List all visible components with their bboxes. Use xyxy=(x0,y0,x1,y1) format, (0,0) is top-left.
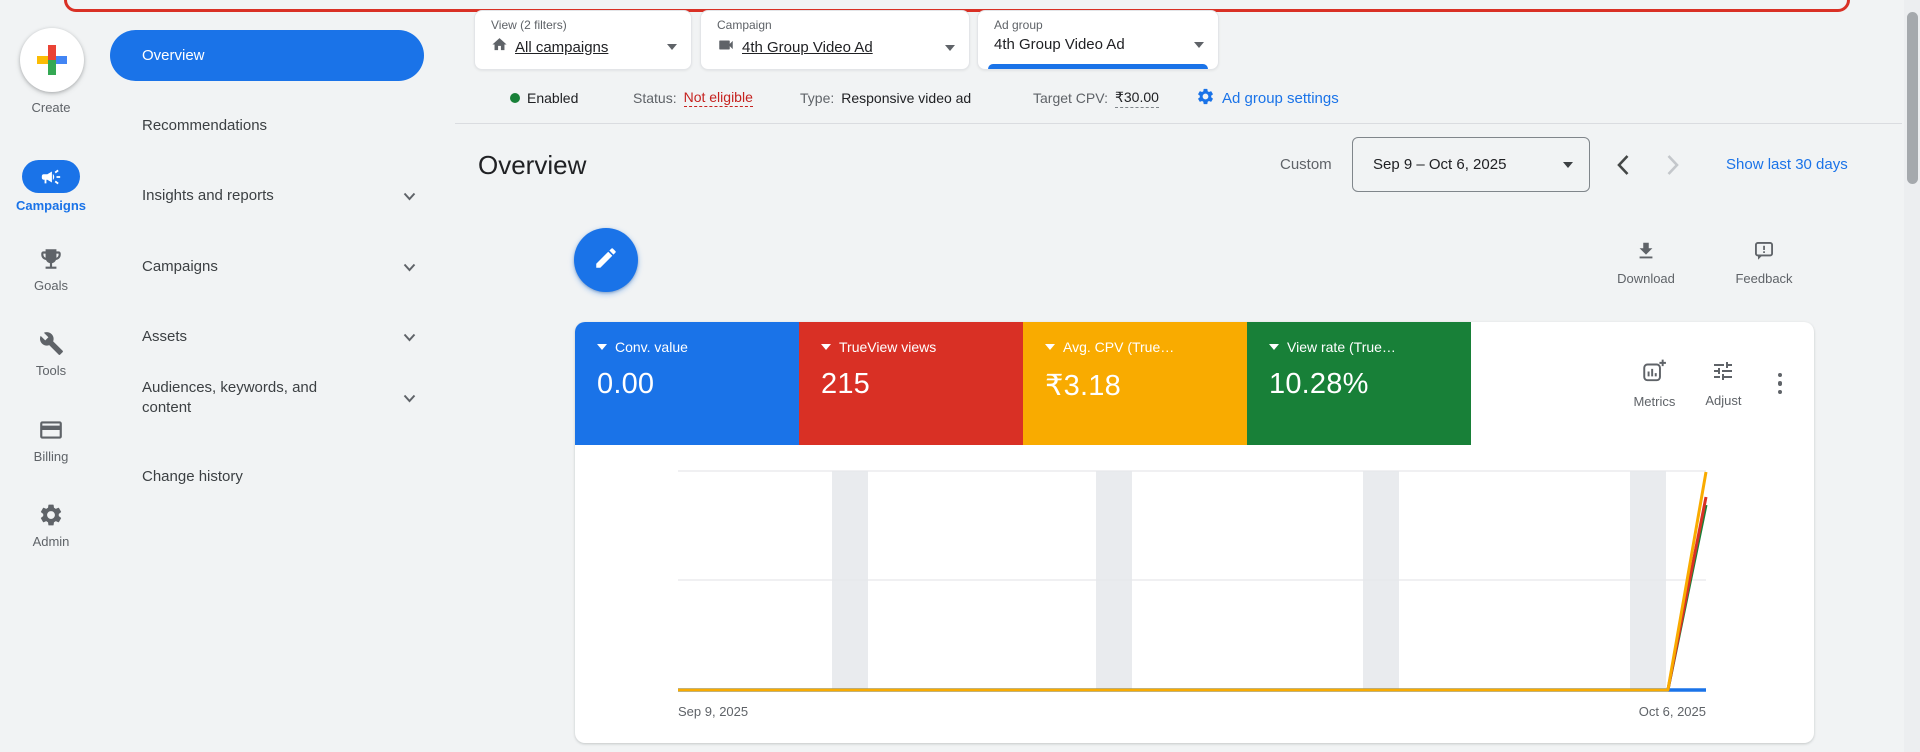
chart-area: Sep 9, 2025 Oct 6, 2025 xyxy=(575,445,1814,743)
scrollbar-thumb[interactable] xyxy=(1906,12,1918,184)
google-plus-icon xyxy=(37,45,67,75)
nav-label-overview: Overview xyxy=(142,47,205,64)
pencil-icon xyxy=(593,245,619,276)
metrics-icon xyxy=(1641,358,1667,387)
previous-period-button[interactable] xyxy=(1604,146,1642,184)
nav-item-recommendations[interactable]: Recommendations xyxy=(110,104,440,148)
nav-item-insights-and-reports[interactable]: Insights and reports xyxy=(110,174,440,218)
nav-item-campaigns[interactable]: Campaigns xyxy=(110,245,440,289)
more-options-icon[interactable] xyxy=(1772,367,1789,401)
ad-type: Type: Responsive video ad xyxy=(800,90,972,106)
nav-item-overview[interactable]: Overview xyxy=(110,30,424,81)
scorecard-view-rate[interactable]: View rate (True… 10.28% xyxy=(1247,322,1471,445)
chip-label: Campaign xyxy=(717,18,772,32)
metric-caret-icon xyxy=(1269,344,1279,350)
date-range-picker[interactable]: Sep 9 – Oct 6, 2025 xyxy=(1352,137,1590,192)
ad-group-settings-link[interactable]: Ad group settings xyxy=(1196,88,1339,108)
chevron-down-icon xyxy=(403,329,416,346)
x-axis-start-label: Sep 9, 2025 xyxy=(678,704,748,719)
chip-value: 4th Group Video Ad xyxy=(994,36,1125,53)
edit-chart-button[interactable] xyxy=(574,228,638,292)
dropdown-caret-icon xyxy=(1563,161,1573,168)
metric-caret-icon xyxy=(597,344,607,350)
icon-rail: Create Campaigns Goals Tools Billing Adm… xyxy=(0,0,102,752)
nav-item-change-history[interactable]: Change history xyxy=(110,455,440,499)
active-tab-indicator xyxy=(988,64,1208,69)
ad-group-chip[interactable]: Ad group 4th Group Video Ad xyxy=(977,10,1219,70)
target-cpv-value[interactable]: ₹30.00 xyxy=(1114,89,1159,108)
eligibility-status: Status: Not eligible xyxy=(633,89,753,107)
show-last-30-days-link[interactable]: Show last 30 days xyxy=(1726,156,1848,173)
chevron-down-icon xyxy=(403,390,416,407)
rail-label-tools: Tools xyxy=(35,363,67,378)
campaigns-megaphone-icon xyxy=(38,163,65,190)
rail-label-admin: Admin xyxy=(32,534,70,549)
metric-caret-icon xyxy=(1045,344,1055,350)
tools-wrench-icon xyxy=(38,330,65,357)
admin-gear-icon xyxy=(38,501,65,528)
scorecard-value: 0.00 xyxy=(597,368,655,400)
overview-chart: Sep 9, 2025 Oct 6, 2025 xyxy=(678,470,1708,719)
x-axis-end-label: Oct 6, 2025 xyxy=(1639,704,1706,719)
dropdown-caret-icon xyxy=(667,44,677,50)
date-mode-label: Custom xyxy=(1280,156,1332,173)
dropdown-caret-icon xyxy=(1194,41,1204,48)
dropdown-caret-icon xyxy=(945,44,955,51)
goals-trophy-icon xyxy=(38,245,65,272)
scorecard-conv-value[interactable]: Conv. value 0.00 xyxy=(575,322,799,445)
scorecard-strip: Conv. value 0.00 TrueView views 215 Avg.… xyxy=(575,322,1814,445)
rail-item-tools[interactable]: Tools xyxy=(0,330,102,378)
rail-label-goals: Goals xyxy=(34,278,68,293)
metric-caret-icon xyxy=(821,344,831,350)
videocam-icon xyxy=(717,36,735,59)
download-button[interactable]: Download xyxy=(1606,240,1686,286)
rail-item-admin[interactable]: Admin xyxy=(0,501,102,549)
scorecard-avg-cpv[interactable]: Avg. CPV (True… ₹3.18 xyxy=(1023,322,1247,445)
home-icon xyxy=(491,36,508,58)
secondary-nav: Overview Recommendations Insights and re… xyxy=(104,0,454,752)
nav-item-audiences-keywords-content[interactable]: Audiences, keywords, and content xyxy=(110,370,440,426)
view-filter-chip[interactable]: View (2 filters) All campaigns xyxy=(474,10,692,70)
download-icon xyxy=(1635,240,1657,265)
status-not-eligible[interactable]: Not eligible xyxy=(683,89,753,107)
rail-label-campaigns: Campaigns xyxy=(15,198,87,213)
next-period-button[interactable] xyxy=(1654,146,1692,184)
rail-item-campaigns[interactable]: Campaigns xyxy=(0,160,102,213)
rail-item-goals[interactable]: Goals xyxy=(0,245,102,293)
chevron-down-icon xyxy=(403,259,416,276)
create-label: Create xyxy=(31,100,71,115)
scrollbar[interactable] xyxy=(1904,0,1920,752)
tune-sliders-icon xyxy=(1711,359,1735,386)
overview-card: Conv. value 0.00 TrueView views 215 Avg.… xyxy=(575,322,1814,743)
settings-gear-icon xyxy=(1196,87,1215,109)
chip-value: All campaigns xyxy=(515,38,609,56)
chip-label: Ad group xyxy=(994,18,1043,32)
scorecard-trueview-views[interactable]: TrueView views 215 xyxy=(799,322,1023,445)
target-cpv: Target CPV: ₹30.00 xyxy=(1033,88,1159,108)
enabled-dot-icon xyxy=(510,93,520,103)
enabled-status: Enabled xyxy=(510,88,578,108)
metrics-button[interactable]: Metrics xyxy=(1633,358,1675,409)
create-button[interactable] xyxy=(20,28,84,92)
billing-card-icon xyxy=(38,416,65,443)
rail-item-billing[interactable]: Billing xyxy=(0,416,102,464)
header-divider xyxy=(455,123,1902,124)
date-range-value: Sep 9 – Oct 6, 2025 xyxy=(1373,156,1507,173)
feedback-icon xyxy=(1753,240,1775,265)
chevron-down-icon xyxy=(403,188,416,205)
campaign-chip[interactable]: Campaign 4th Group Video Ad xyxy=(700,10,970,70)
page-title: Overview xyxy=(478,150,587,180)
chip-value: 4th Group Video Ad xyxy=(742,39,873,56)
nav-item-assets[interactable]: Assets xyxy=(110,315,440,359)
scorecard-value: ₹3.18 xyxy=(1045,370,1121,402)
chip-label: View (2 filters) xyxy=(491,18,567,32)
feedback-button[interactable]: Feedback xyxy=(1724,240,1804,286)
rail-label-billing: Billing xyxy=(33,449,69,464)
scorecard-value: 10.28% xyxy=(1269,368,1369,400)
scorecard-value: 215 xyxy=(821,368,870,400)
adjust-button[interactable]: Adjust xyxy=(1705,359,1742,408)
